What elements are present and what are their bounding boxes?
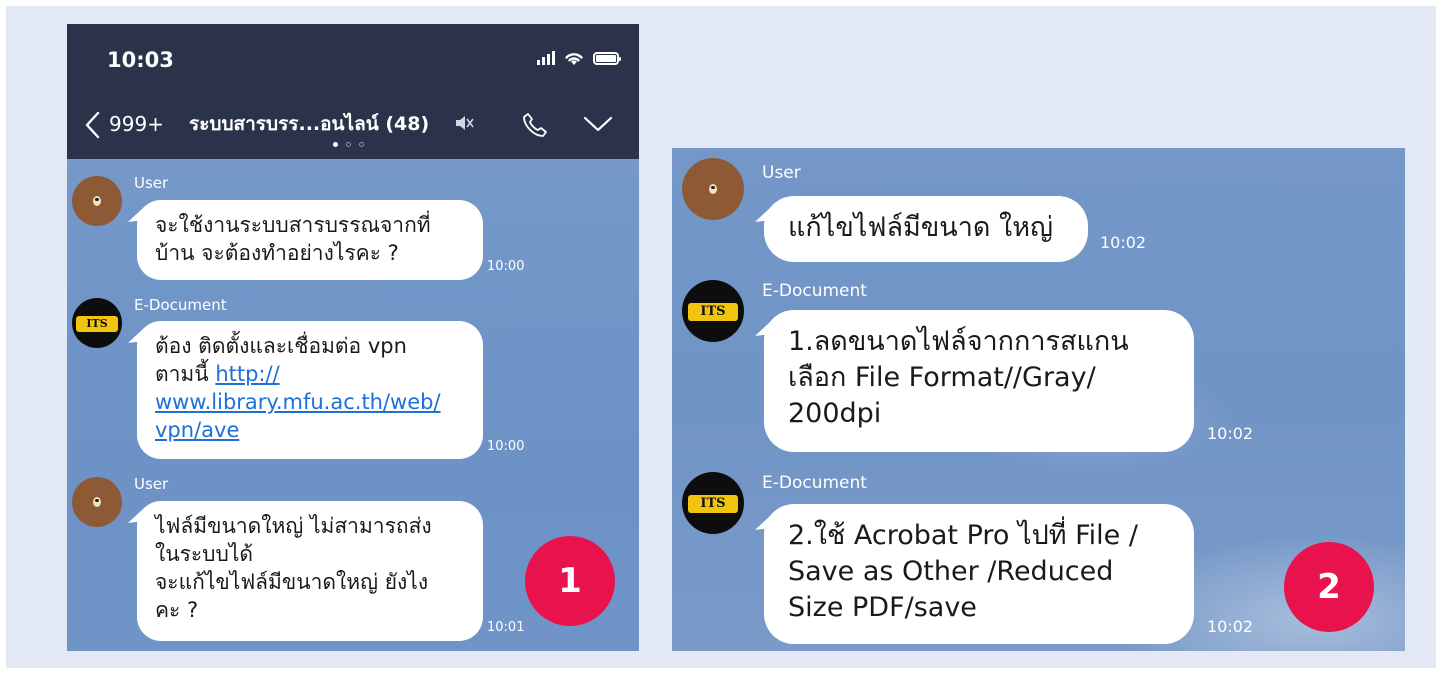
message-bubble[interactable]: แก้ไขไฟล์มีขนาด ใหญ่: [764, 196, 1088, 262]
edocument-avatar[interactable]: ITS: [682, 280, 744, 342]
unread-count[interactable]: 999+: [109, 112, 164, 136]
sender-name: E-Document: [762, 473, 867, 493]
message-bubble[interactable]: ต้อง ติดตั้งและเชื่อมต่อ vpn ตามนี้ http…: [137, 321, 483, 459]
step-badge: 1: [525, 536, 615, 626]
message-text: จะใช้งานระบบสารบรรณจากที่: [155, 213, 431, 237]
message-bubble[interactable]: 1.ลดขนาดไฟล์จากการสแกน เลือก File Format…: [764, 310, 1194, 452]
message-text: ไฟล์มีขนาดใหญ่ ไม่สามารถส่ง: [155, 514, 432, 538]
message-text: แก้ไขไฟล์มีขนาด ใหญ่: [788, 212, 1054, 243]
its-logo: ITS: [688, 303, 738, 321]
message-text: จะแก้ไขไฟล์มีขนาดใหญ่ ยังไง: [155, 570, 429, 594]
sender-name: User: [762, 163, 801, 183]
status-time: 10:03: [107, 48, 174, 72]
vpn-link[interactable]: http://: [215, 362, 279, 386]
back-chevron-icon[interactable]: [83, 110, 103, 140]
sender-name: E-Document: [762, 281, 867, 301]
status-bar-icons: [537, 50, 621, 66]
message-text: ต้อง ติดตั้งและเชื่อมต่อ vpn: [155, 334, 407, 358]
message-bubble[interactable]: จะใช้งานระบบสารบรรณจากที่ บ้าน จะต้องทำอ…: [137, 200, 483, 280]
user-avatar[interactable]: [682, 158, 744, 220]
sender-name: User: [134, 475, 169, 493]
message-time: 10:02: [1207, 424, 1254, 443]
chat-header: 10:03 999+ ระบบสารบรร...อนไลน์ (48): [67, 24, 639, 159]
wifi-icon: [565, 53, 583, 65]
message-time: 10:00: [487, 259, 525, 274]
message-text: 2.ใช้ Acrobat Pro ไปที่ File /: [788, 520, 1138, 551]
message-text: Size PDF/save: [788, 592, 977, 623]
its-logo: ITS: [76, 316, 118, 332]
message-text: เลือก File Format//Gray/: [788, 362, 1096, 393]
battery-icon: [593, 51, 621, 65]
message-text: คะ ?: [155, 598, 199, 622]
user-avatar[interactable]: [72, 477, 122, 527]
chat-panel-1: 10:03 999+ ระบบสารบรร...อนไลน์ (48) User…: [67, 24, 639, 651]
phone-call-icon[interactable]: [520, 110, 550, 140]
message-bubble[interactable]: 2.ใช้ Acrobat Pro ไปที่ File / Save as O…: [764, 504, 1194, 644]
message-text: ในระบบได้: [155, 542, 254, 566]
step-badge: 2: [1284, 542, 1374, 632]
message-text: Save as Other /Reduced: [788, 556, 1114, 587]
chat-nav-bar: 999+ ระบบสารบรร...อนไลน์ (48): [67, 106, 639, 146]
message-bubble[interactable]: ไฟล์มีขนาดใหญ่ ไม่สามารถส่ง ในระบบได้ จะ…: [137, 501, 483, 641]
message-text: ตามนี้: [155, 362, 216, 386]
user-avatar[interactable]: [72, 176, 122, 226]
message-text: 200dpi: [788, 398, 882, 429]
edocument-avatar[interactable]: ITS: [72, 298, 122, 348]
message-text: 1.ลดขนาดไฟล์จากการสแกน: [788, 326, 1129, 357]
message-time: 10:01: [487, 620, 525, 635]
chevron-down-icon[interactable]: [582, 112, 614, 136]
message-time: 10:02: [1100, 233, 1147, 252]
chat-title[interactable]: ระบบสารบรร...อนไลน์ (48): [189, 109, 429, 139]
message-time: 10:02: [1207, 617, 1254, 636]
edocument-avatar[interactable]: ITS: [682, 472, 744, 534]
sender-name: E-Document: [134, 296, 227, 314]
message-time: 10:00: [487, 439, 525, 454]
chat-panel-2: User แก้ไขไฟล์มีขนาด ใหญ่ 10:02 ITS E-Do…: [672, 148, 1405, 651]
message-text: บ้าน จะต้องทำอย่างไรคะ ?: [155, 241, 399, 265]
signal-icon: [537, 51, 555, 65]
its-logo: ITS: [688, 495, 738, 513]
mute-icon: [456, 116, 474, 130]
vpn-link[interactable]: www.library.mfu.ac.th/web/: [155, 390, 441, 414]
vpn-link[interactable]: vpn/ave: [155, 418, 239, 442]
sender-name: User: [134, 174, 169, 192]
page-indicator: [333, 142, 364, 147]
